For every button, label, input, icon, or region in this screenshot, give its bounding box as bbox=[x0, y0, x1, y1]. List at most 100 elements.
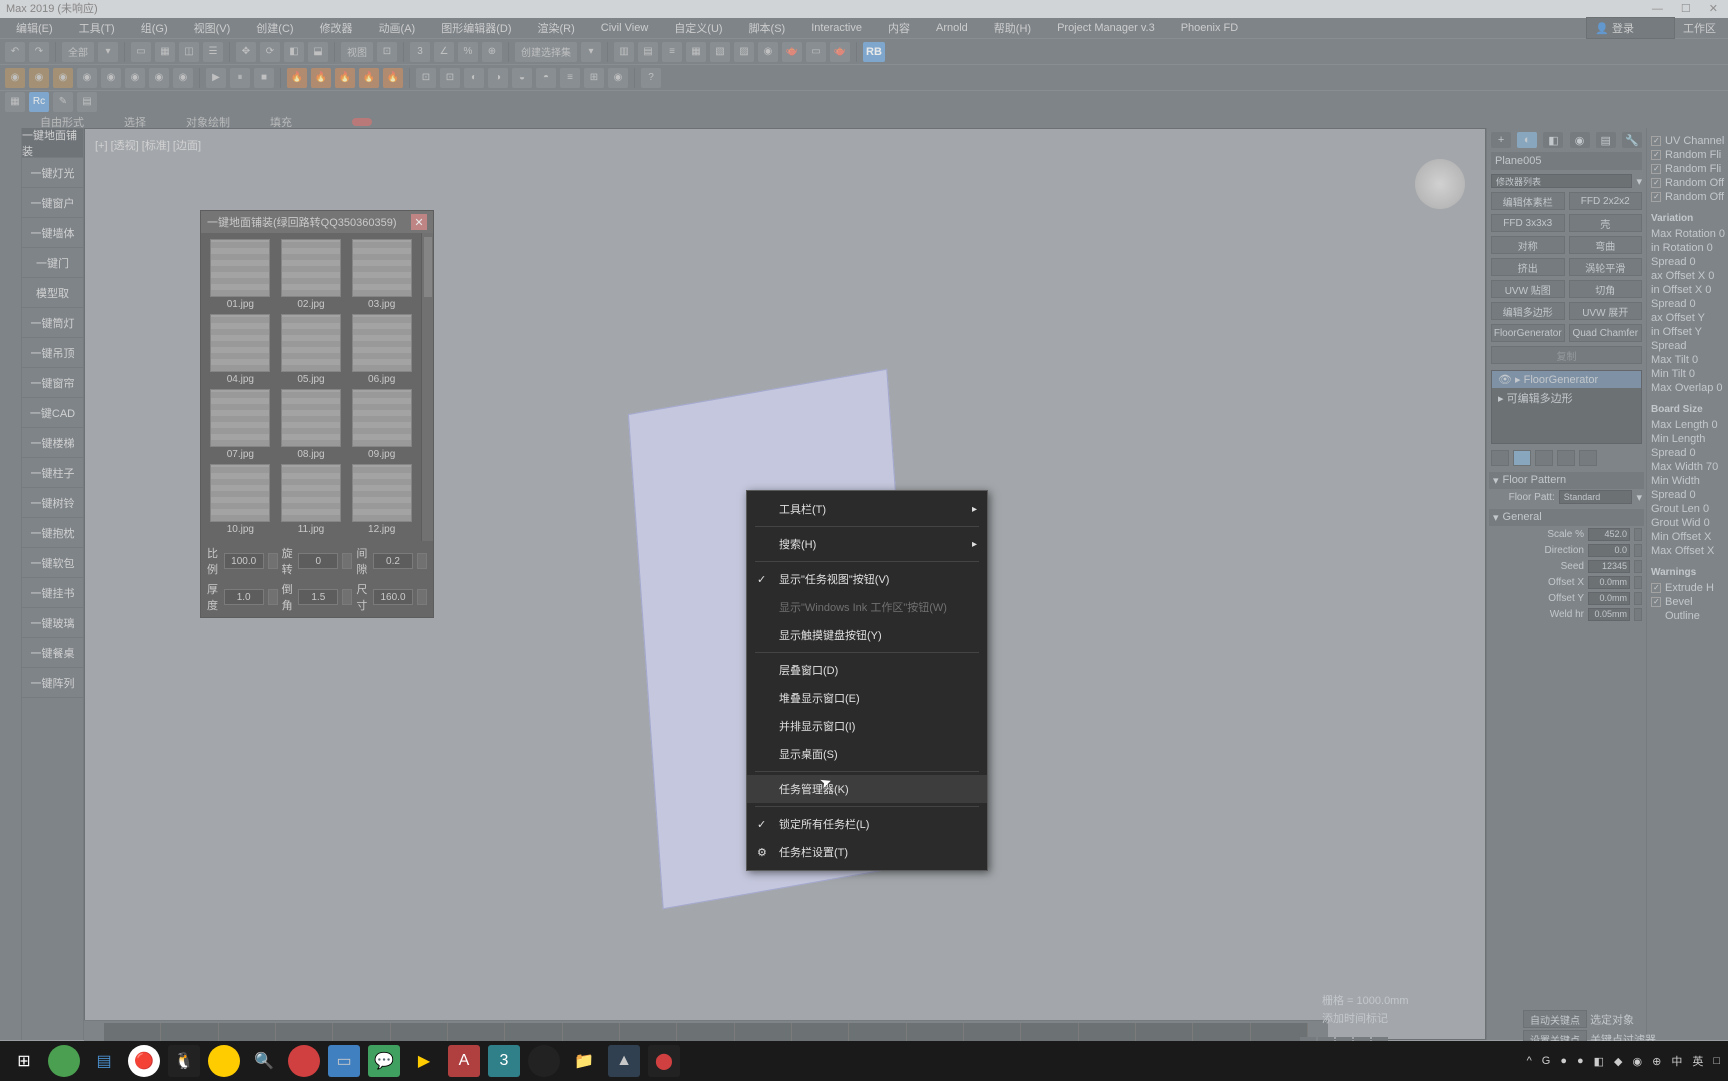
pivot-icon[interactable]: ⊡ bbox=[377, 42, 397, 62]
board-param[interactable]: Grout Wid 0 bbox=[1647, 516, 1728, 530]
menu-create[interactable]: 创建(C) bbox=[250, 20, 299, 36]
fire3-icon[interactable]: 🔥 bbox=[335, 68, 355, 88]
btn-extrude[interactable]: 挤出 bbox=[1491, 258, 1565, 276]
help-icon[interactable]: ? bbox=[641, 68, 661, 88]
sidebar-item-model[interactable]: 模型取 bbox=[22, 278, 83, 308]
pause-icon[interactable]: ⏸ bbox=[230, 68, 250, 88]
gap-spin[interactable] bbox=[417, 553, 427, 569]
show-end-icon[interactable] bbox=[1513, 450, 1531, 466]
board-param[interactable]: Spread 0 bbox=[1647, 446, 1728, 460]
rotate-icon[interactable]: ⟳ bbox=[260, 42, 280, 62]
remove-mod-icon[interactable] bbox=[1557, 450, 1575, 466]
material-icon[interactable]: ◉ bbox=[758, 42, 778, 62]
menu-script[interactable]: 脚本(S) bbox=[743, 20, 792, 36]
spinner-snap-icon[interactable]: ⊕ bbox=[482, 42, 502, 62]
t2-3[interactable]: ◉ bbox=[53, 68, 73, 88]
ctx-item[interactable]: 任务管理器(K) bbox=[747, 775, 987, 803]
undo-icon[interactable]: ↶ bbox=[5, 42, 25, 62]
tab-utils-icon[interactable]: 🔧 bbox=[1622, 132, 1642, 148]
scale-field[interactable] bbox=[224, 553, 264, 569]
sidebar-item-downlight[interactable]: 一键筒灯 bbox=[22, 308, 83, 338]
offsety-spinner[interactable] bbox=[1634, 592, 1642, 605]
sidebar-item-window[interactable]: 一键窗户 bbox=[22, 188, 83, 218]
misc6-icon[interactable]: ◓ bbox=[536, 68, 556, 88]
taskbar-record-icon[interactable]: ⬤ bbox=[648, 1045, 680, 1077]
randflip1-check[interactable]: Random Fli bbox=[1665, 149, 1721, 161]
render-icon[interactable]: 🫖 bbox=[830, 42, 850, 62]
login-button[interactable]: 👤 登录 bbox=[1586, 17, 1675, 39]
sidebar-item-cad[interactable]: 一键CAD bbox=[22, 398, 83, 428]
sidebar-item-book[interactable]: 一键挂书 bbox=[22, 578, 83, 608]
variation-param[interactable]: ax Offset Y bbox=[1647, 311, 1728, 325]
thick-spin[interactable] bbox=[268, 589, 278, 605]
weld-spinner[interactable] bbox=[1634, 608, 1642, 621]
fire4-icon[interactable]: 🔥 bbox=[359, 68, 379, 88]
selkey-label[interactable]: 选定对象 bbox=[1590, 1015, 1634, 1027]
tray-icon[interactable]: ◉ bbox=[1633, 1055, 1643, 1068]
pattern-thumb[interactable]: 02.jpg bbox=[278, 239, 345, 310]
fire2-icon[interactable]: 🔥 bbox=[311, 68, 331, 88]
variation-param[interactable]: Max Tilt 0 bbox=[1647, 353, 1728, 367]
menu-tools[interactable]: 工具(T) bbox=[73, 20, 121, 36]
modifier-list-dd[interactable]: 修改器列表 bbox=[1491, 174, 1632, 188]
tray-icon[interactable]: 英 bbox=[1692, 1053, 1703, 1069]
sidebar-item-column[interactable]: 一键柱子 bbox=[22, 458, 83, 488]
t2-5[interactable]: ◉ bbox=[101, 68, 121, 88]
snap-icon[interactable]: 3 bbox=[410, 42, 430, 62]
pin-stack-icon[interactable] bbox=[1491, 450, 1509, 466]
btn-uvwunwrap[interactable]: UVW 展开 bbox=[1569, 302, 1643, 320]
offsety-input[interactable]: 0.0mm bbox=[1588, 592, 1630, 605]
menu-interactive[interactable]: Interactive bbox=[805, 22, 868, 34]
menu-custom[interactable]: 自定义(U) bbox=[668, 20, 728, 36]
t2-6[interactable]: ◉ bbox=[125, 68, 145, 88]
sidebar-item-array[interactable]: 一键阵列 bbox=[22, 668, 83, 698]
modifier-stack[interactable]: 👁 ▸ FloorGenerator ▸ 可编辑多边形 bbox=[1491, 370, 1642, 444]
tray-icon[interactable]: ⊕ bbox=[1652, 1055, 1661, 1068]
pattern-thumb[interactable]: 06.jpg bbox=[348, 314, 415, 385]
direction-spinner[interactable] bbox=[1634, 544, 1642, 557]
stop-icon[interactable]: ■ bbox=[254, 68, 274, 88]
bevel-field[interactable] bbox=[298, 589, 338, 605]
scale-spinner[interactable] bbox=[1634, 528, 1642, 541]
misc1-icon[interactable]: ⊡ bbox=[416, 68, 436, 88]
layer-icon[interactable]: ≡ bbox=[662, 42, 682, 62]
sidebar-item-stair[interactable]: 一键楼梯 bbox=[22, 428, 83, 458]
taskbar-search-icon[interactable]: 🔍 bbox=[248, 1045, 280, 1077]
menu-view[interactable]: 视图(V) bbox=[188, 20, 237, 36]
tray-icon[interactable]: G bbox=[1542, 1055, 1551, 1067]
subtab-toggle[interactable] bbox=[352, 118, 372, 126]
curve-editor-icon[interactable]: ▧ bbox=[710, 42, 730, 62]
tab-create-icon[interactable]: + bbox=[1491, 132, 1511, 148]
menu-group[interactable]: 组(G) bbox=[135, 20, 174, 36]
ribbon-1[interactable]: ▦ bbox=[5, 92, 25, 112]
seed-spinner[interactable] bbox=[1634, 560, 1642, 573]
seed-input[interactable]: 12345 bbox=[1588, 560, 1630, 573]
sidebar-item-floor[interactable]: 一键地面铺装 bbox=[22, 128, 83, 158]
menu-modifiers[interactable]: 修改器 bbox=[314, 20, 359, 36]
taskbar-app5-icon[interactable] bbox=[528, 1045, 560, 1077]
sidebar-item-ceiling[interactable]: 一键吊顶 bbox=[22, 338, 83, 368]
pattern-thumb[interactable]: 08.jpg bbox=[278, 389, 345, 460]
tray-icon[interactable]: ● bbox=[1577, 1055, 1584, 1067]
object-name-field[interactable]: Plane005 bbox=[1491, 152, 1642, 170]
tab-modify-icon[interactable]: ◐ bbox=[1517, 132, 1537, 148]
randflip2-check[interactable]: Random Fli bbox=[1665, 163, 1721, 175]
randoff2-check[interactable]: Random Off bbox=[1665, 191, 1724, 203]
sidebar-item-door[interactable]: 一键门 bbox=[22, 248, 83, 278]
misc2-icon[interactable]: ⊡ bbox=[440, 68, 460, 88]
ctx-item[interactable]: 显示桌面(S) bbox=[747, 740, 987, 768]
pattern-thumb[interactable]: 07.jpg bbox=[207, 389, 274, 460]
workspace-label[interactable]: 工作区 bbox=[1683, 20, 1716, 36]
sidebar-item-pillow[interactable]: 一键抱枕 bbox=[22, 518, 83, 548]
scene-explorer-icon[interactable]: ▦ bbox=[686, 42, 706, 62]
taskbar-app3-icon[interactable] bbox=[288, 1045, 320, 1077]
ribbon-4[interactable]: ▤ bbox=[77, 92, 97, 112]
sidebar-item-tree[interactable]: 一键树铃 bbox=[22, 488, 83, 518]
variation-param[interactable]: Max Overlap 0 bbox=[1647, 381, 1728, 395]
offsetx-input[interactable]: 0.0mm bbox=[1588, 576, 1630, 589]
ctx-item[interactable]: 工具栏(T)▸ bbox=[747, 495, 987, 523]
btn-symmetry[interactable]: 对称 bbox=[1491, 236, 1565, 254]
dialog-close-icon[interactable]: ✕ bbox=[411, 214, 427, 230]
menu-arnold[interactable]: Arnold bbox=[930, 22, 974, 34]
align-icon[interactable]: ▤ bbox=[638, 42, 658, 62]
